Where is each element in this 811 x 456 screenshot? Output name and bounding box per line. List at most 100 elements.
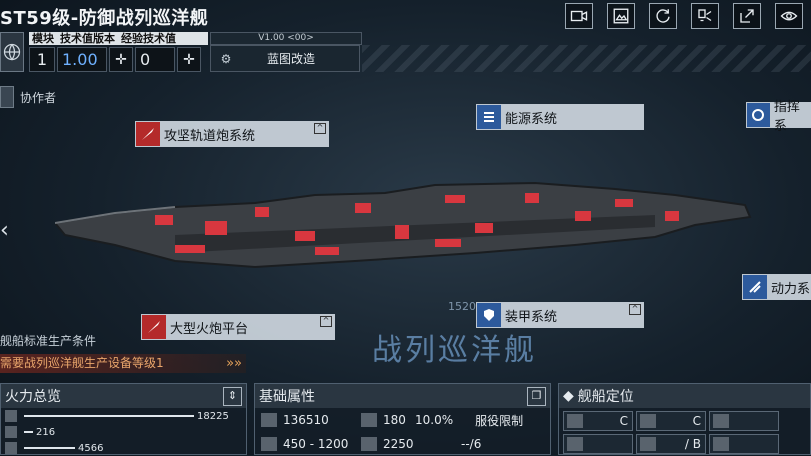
module-value: 1 <box>29 47 55 72</box>
exp-tech-label: 经验技术值 <box>121 32 176 45</box>
firepower-panel: 火力总览 ⇕ 18225 216 4566 <box>0 383 247 455</box>
target-icon <box>747 103 770 127</box>
grade: / B <box>684 437 701 451</box>
collaborator-icon <box>0 86 14 108</box>
screen-toggle-icon <box>698 9 712 22</box>
weapon-icon <box>5 426 17 438</box>
service-label: 服役限制 <box>475 413 524 428</box>
collaborator-label: 协作者 <box>20 90 57 105</box>
production-requirement-text: 需要战列巡洋舰生产设备等级1 <box>0 356 164 370</box>
role-icon <box>640 437 656 451</box>
armor-cell: 180 <box>355 408 415 432</box>
firepower-row: 4566 <box>1 440 246 456</box>
role-icon <box>640 414 656 428</box>
video-button[interactable] <box>565 3 593 29</box>
version-label: V1.00 <00> <box>210 32 362 45</box>
grade: C <box>692 414 701 428</box>
firepower-value: 4566 <box>78 442 104 454</box>
positioning-cell: C <box>563 411 633 431</box>
video-icon <box>570 10 588 22</box>
refresh-icon <box>656 9 670 23</box>
command-system-button[interactable]: 指挥系 <box>746 100 811 134</box>
armor-value: 180 <box>383 413 406 427</box>
ship-model <box>55 181 752 269</box>
artillery-platform-label: 大型火炮平台 <box>170 321 249 337</box>
list-icon <box>477 105 501 129</box>
energy-system-button[interactable]: 能源系统 <box>476 104 644 130</box>
globe-button[interactable] <box>0 32 24 72</box>
upgrade-icon: ^ <box>314 123 326 134</box>
energy-system-label: 能源系统 <box>505 111 558 127</box>
positioning-title: 舰船定位 <box>577 389 634 405</box>
missile-icon <box>136 122 160 146</box>
positioning-cell <box>709 411 779 431</box>
blueprint-refit-button[interactable]: ⚙ 蓝图改造 <box>210 45 360 72</box>
header-stripes <box>362 45 811 72</box>
view-button[interactable] <box>775 3 803 29</box>
power-system-button[interactable]: 动力系 <box>742 274 811 300</box>
exp-tech-plus-button[interactable]: ✛ <box>177 47 201 72</box>
role-icon <box>567 414 583 428</box>
positioning-cell: C <box>636 411 706 431</box>
copy-button[interactable]: ❐ <box>527 387 546 406</box>
power-system-label: 动力系 <box>771 281 811 297</box>
range-icon <box>261 437 277 451</box>
collaborator-button[interactable]: 协作者 <box>0 86 56 108</box>
railgun-system-button[interactable]: 攻坚轨道炮系统 ^ <box>135 121 329 147</box>
gallery-button[interactable] <box>607 3 635 29</box>
tech-version-value: 1.00 <box>57 47 107 72</box>
stats-values: 1 1.00 ✛ 0 ✛ <box>29 47 201 72</box>
chevron-right-icon: »» <box>226 356 242 371</box>
tech-version-label: 技术值版本 <box>60 32 115 45</box>
attributes-row: 450 - 1200 2250 --/6 <box>255 432 550 456</box>
weapon-icon <box>5 442 17 454</box>
armor-system-label: 装甲系统 <box>505 309 558 325</box>
speed-icon <box>361 437 377 451</box>
positioning-cell <box>709 434 779 454</box>
range-value: 450 - 1200 <box>283 437 349 451</box>
export-icon <box>740 9 754 23</box>
attributes-row: 136510 180 10.0% 服役限制 <box>255 408 550 432</box>
positioning-title-bar: ◆ 舰船定位 <box>559 384 810 408</box>
armor-icon <box>361 413 377 427</box>
role-icon <box>713 437 729 451</box>
hp-cell: 136510 <box>255 408 355 432</box>
firepower-bar <box>24 431 33 433</box>
cannon-icon <box>142 315 166 339</box>
positioning-cell <box>563 434 633 454</box>
firepower-bar <box>24 415 194 417</box>
firepower-bar <box>24 447 75 449</box>
service-value: --/6 <box>461 437 482 451</box>
firepower-value: 18225 <box>197 410 229 422</box>
refresh-button[interactable] <box>649 3 677 29</box>
tech-version-plus-button[interactable]: ✛ <box>109 47 133 72</box>
positioning-cell: / B <box>636 434 706 454</box>
artillery-platform-button[interactable]: 大型火炮平台 ^ <box>141 314 335 340</box>
prev-arrow-icon[interactable]: ‹ <box>0 218 9 243</box>
exp-tech-value: 0 <box>135 47 175 72</box>
range-cell: 450 - 1200 <box>255 432 355 456</box>
command-system-label: 指挥系 <box>773 100 800 134</box>
attributes-title: 基础属性 <box>259 389 315 405</box>
firepower-row: 18225 <box>1 408 246 424</box>
positioning-grid-row: / B <box>559 434 810 454</box>
top-toolbar <box>565 3 803 29</box>
hp-value: 136510 <box>283 413 329 427</box>
grade: C <box>619 414 628 428</box>
upgrade-icon: ^ <box>629 304 641 315</box>
shield-icon <box>261 413 277 427</box>
coordinate-text: 1520 <box>448 300 476 313</box>
shield-icon <box>477 303 501 327</box>
module-label: 模块 <box>32 32 54 45</box>
firepower-value: 216 <box>36 426 56 438</box>
screen-toggle-button[interactable] <box>691 3 719 29</box>
ship-type-watermark: 战列巡洋舰 <box>372 333 537 368</box>
expand-button[interactable]: ⇕ <box>223 387 242 406</box>
ship-title: ST59级-防御战列巡洋舰 <box>0 8 209 29</box>
production-requirement[interactable]: 需要战列巡洋舰生产设备等级1 »» <box>0 354 246 373</box>
railgun-system-label: 攻坚轨道炮系统 <box>164 128 256 144</box>
positioning-icon: ◆ <box>563 388 574 404</box>
upgrade-icon: ^ <box>320 316 332 327</box>
percent-value: 10.0% <box>415 413 454 427</box>
export-button[interactable] <box>733 3 761 29</box>
